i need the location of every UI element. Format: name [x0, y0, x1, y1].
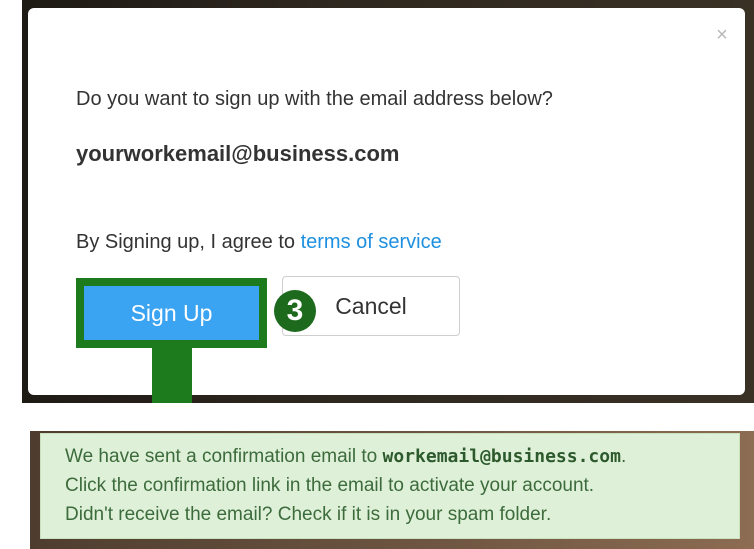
notice-line-3: Didn't receive the email? Check if it is… — [65, 504, 552, 525]
notice-line-1-suffix: . — [620, 446, 627, 467]
notice-line-2: Click the confirmation link in the email… — [65, 475, 595, 496]
signup-button[interactable]: Sign Up — [84, 286, 259, 340]
notice-line-1-prefix: We have sent a confirmation email to — [65, 446, 383, 467]
terms-agreement: By Signing up, I agree to terms of servi… — [76, 231, 442, 254]
divider-strip — [30, 403, 754, 431]
close-icon[interactable]: × — [713, 25, 731, 45]
signup-screenshot: × Do you want to sign up with the email … — [22, 0, 754, 403]
terms-of-service-link[interactable]: terms of service — [301, 231, 442, 253]
signup-highlight: Sign Up — [76, 278, 267, 348]
notice-email: workemail@business.com — [382, 446, 621, 467]
step-number-badge: 3 — [274, 290, 316, 332]
signup-question: Do you want to sign up with the email ad… — [76, 88, 553, 110]
confirmation-notice: We have sent a confirmation email to wor… — [40, 433, 740, 539]
signup-modal: × Do you want to sign up with the email … — [28, 8, 745, 395]
terms-prefix: By Signing up, I agree to — [76, 231, 301, 253]
confirmation-screenshot: We have sent a confirmation email to wor… — [30, 403, 754, 549]
notice-line-1: We have sent a confirmation email to wor… — [65, 442, 729, 471]
signup-email: yourworkemail@business.com — [76, 141, 400, 166]
